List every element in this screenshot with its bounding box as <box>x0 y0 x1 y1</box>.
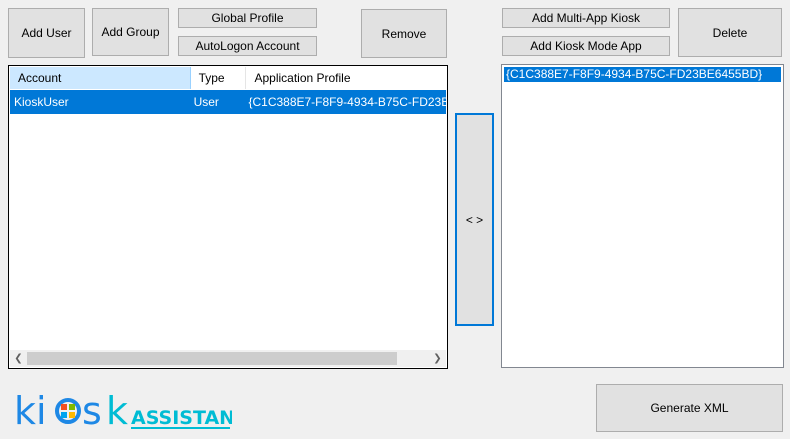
add-group-button[interactable]: Add Group <box>92 8 169 56</box>
accounts-listview[interactable]: Account Type Application Profile KioskUs… <box>8 65 448 369</box>
cell-account: KioskUser <box>14 95 69 109</box>
transfer-button[interactable]: < > <box>455 113 494 326</box>
accounts-table-header: Account Type Application Profile <box>10 67 446 89</box>
horizontal-scrollbar[interactable]: ❮ ❯ <box>10 350 446 367</box>
svg-text:ki: ki <box>14 389 47 432</box>
application-profiles-listbox[interactable]: {C1C388E7-F8F9-4934-B75C-FD23BE6455BD} <box>501 64 784 368</box>
generate-xml-button[interactable]: Generate XML <box>596 384 783 432</box>
scrollbar-thumb[interactable] <box>27 352 397 365</box>
global-profile-button[interactable]: Global Profile <box>178 8 317 28</box>
column-header-type[interactable]: Type <box>191 67 247 89</box>
list-item[interactable]: {C1C388E7-F8F9-4934-B75C-FD23BE6455BD} <box>504 67 781 82</box>
column-header-application-profile[interactable]: Application Profile <box>246 67 446 89</box>
kiosk-assistant-logo: ki s k ASSISTANT <box>14 388 232 432</box>
autologon-account-button[interactable]: AutoLogon Account <box>178 36 317 56</box>
cell-type: User <box>193 95 219 109</box>
add-kiosk-mode-app-button[interactable]: Add Kiosk Mode App <box>502 36 670 56</box>
scrollbar-track[interactable] <box>27 350 429 367</box>
logo-icon: ki s k ASSISTANT <box>14 389 232 432</box>
svg-text:k: k <box>106 389 128 432</box>
add-multi-app-kiosk-button[interactable]: Add Multi-App Kiosk <box>502 8 670 28</box>
column-header-account[interactable]: Account <box>10 67 191 89</box>
table-row[interactable]: KioskUser User {C1C388E7-F8F9-4934-B75C-… <box>10 90 446 114</box>
cell-application-profile: {C1C388E7-F8F9-4934-B75C-FD23BE6455BD} <box>248 95 446 109</box>
remove-button[interactable]: Remove <box>361 9 447 58</box>
delete-button[interactable]: Delete <box>678 8 782 57</box>
add-user-button[interactable]: Add User <box>8 8 85 58</box>
svg-text:ASSISTANT: ASSISTANT <box>131 407 232 429</box>
scroll-right-icon[interactable]: ❯ <box>429 350 446 367</box>
svg-text:s: s <box>82 389 102 432</box>
scroll-left-icon[interactable]: ❮ <box>10 350 27 367</box>
